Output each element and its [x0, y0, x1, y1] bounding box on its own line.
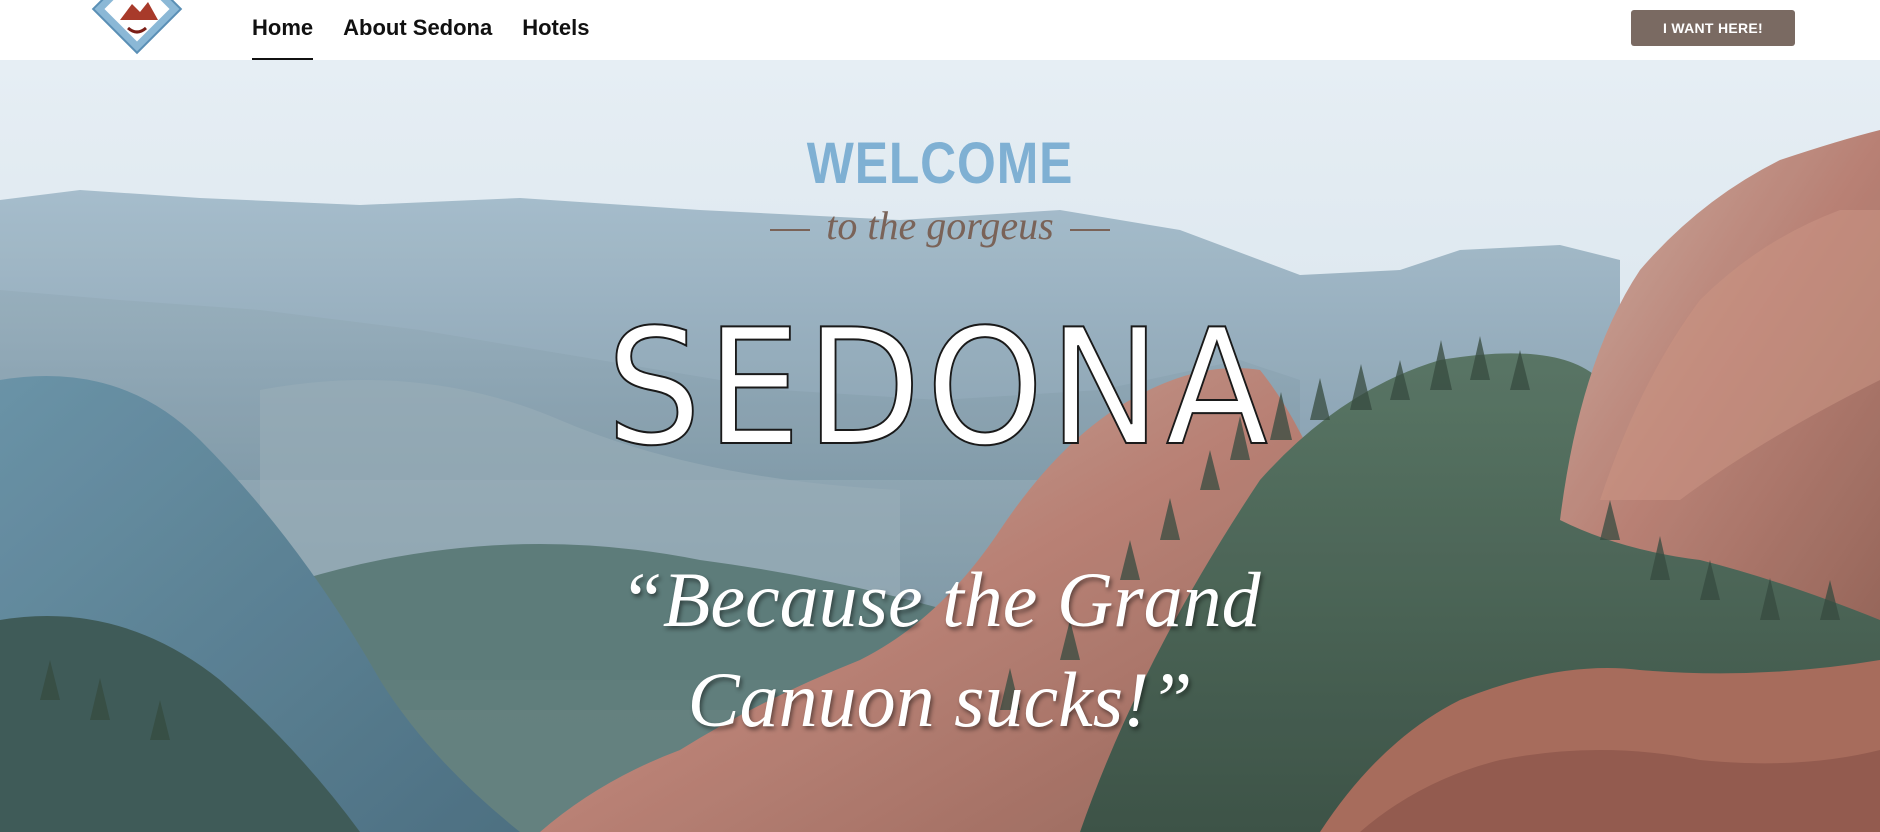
- top-navigation-bar: Home About Sedona Hotels I WANT HERE!: [0, 0, 1880, 60]
- hero-section: WELCOME to the gorgeus SEDONA “Because t…: [0, 60, 1880, 832]
- hero-quote: “Because the Grand Canuon sucks!”: [0, 550, 1880, 750]
- nav-item-about-sedona[interactable]: About Sedona: [343, 0, 492, 60]
- welcome-heading: WELCOME: [806, 131, 1074, 196]
- subheading-line: to the gorgeus: [0, 202, 1880, 249]
- i-want-here-button[interactable]: I WANT HERE!: [1631, 10, 1795, 46]
- city-of-sedona-logo[interactable]: [82, 0, 192, 64]
- main-nav: Home About Sedona Hotels: [252, 0, 619, 60]
- left-dash-decoration: [770, 228, 811, 231]
- sedona-title: SEDONA: [606, 294, 1274, 481]
- right-dash-decoration: [1069, 228, 1110, 231]
- quote-line-1: “Because the Grand: [619, 556, 1261, 643]
- nav-item-home[interactable]: Home: [252, 0, 314, 60]
- quote-line-2: Canuon sucks!”: [687, 656, 1193, 743]
- nav-item-hotels[interactable]: Hotels: [522, 0, 589, 60]
- subheading-text: to the gorgeus: [826, 203, 1054, 248]
